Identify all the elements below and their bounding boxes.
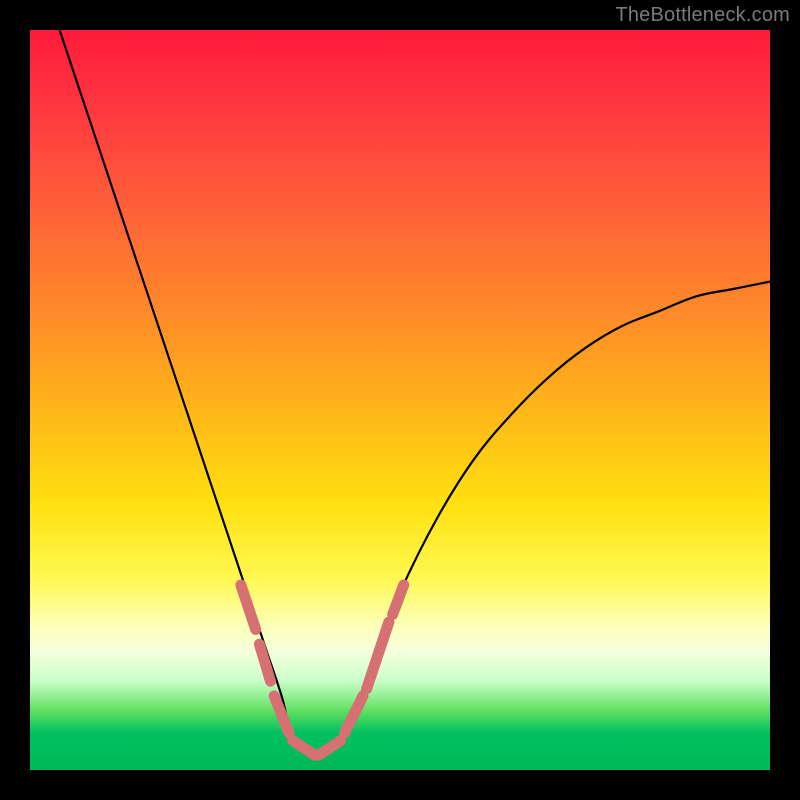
watermark-text: TheBottleneck.com <box>615 4 790 27</box>
highlight-dash <box>367 622 389 689</box>
plot-area <box>30 30 770 770</box>
highlight-dash <box>393 585 404 615</box>
highlight-dash <box>274 696 289 733</box>
highlight-dash <box>259 644 270 681</box>
highlight-dash <box>241 585 256 629</box>
highlight-dashes <box>241 585 404 755</box>
bottleneck-curve <box>60 30 770 757</box>
highlight-dash <box>293 740 315 755</box>
highlight-dash <box>319 740 341 755</box>
curve-layer <box>30 30 770 770</box>
highlight-dash <box>345 696 364 733</box>
chart-frame: TheBottleneck.com <box>0 0 800 800</box>
